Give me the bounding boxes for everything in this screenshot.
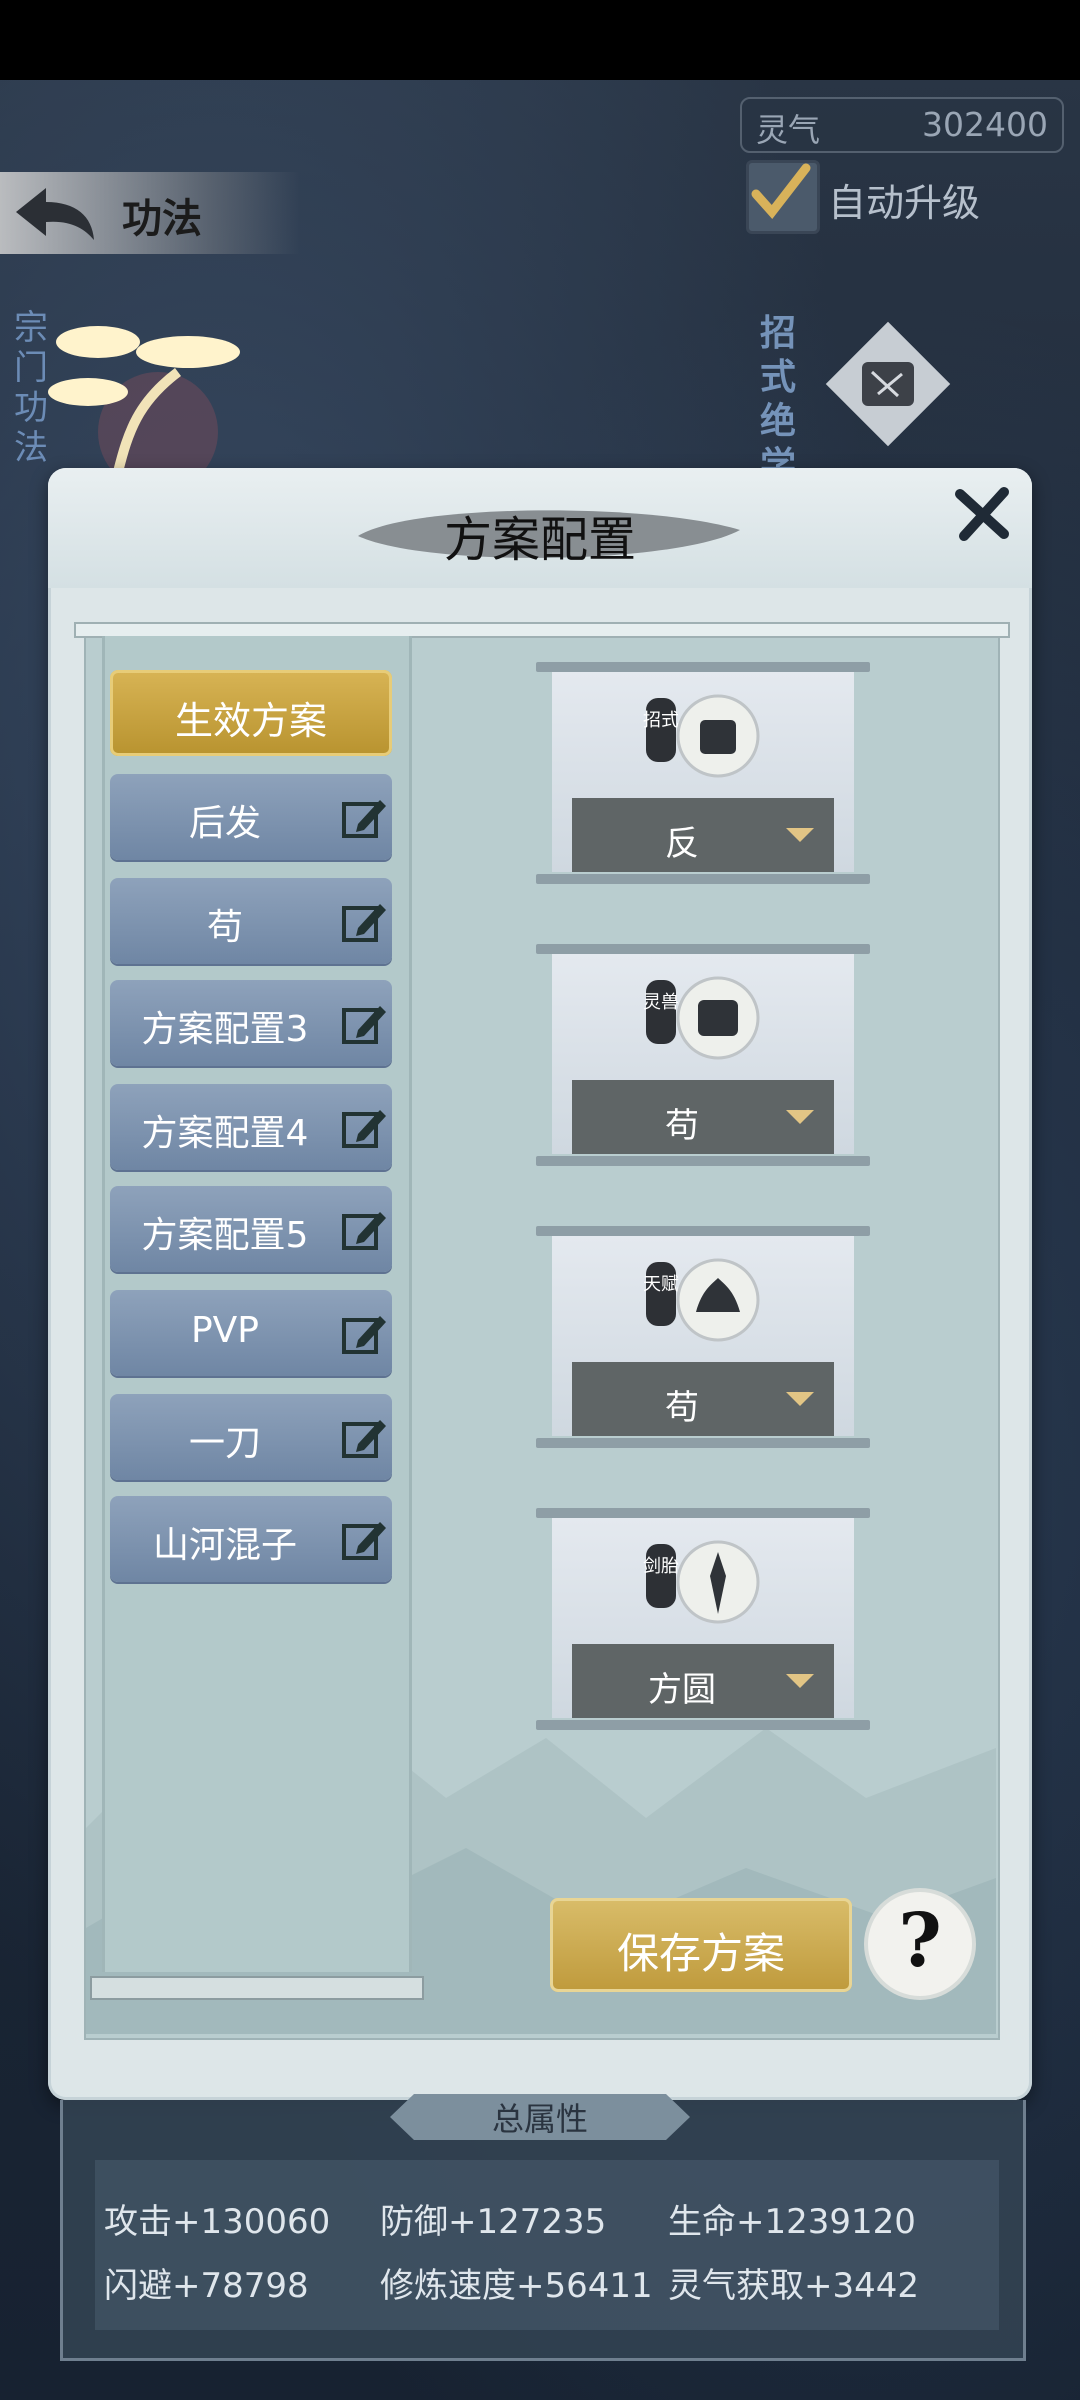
plan-item[interactable]: 山河混子 (110, 1496, 392, 1582)
slot-badge-top: 剑胎 (643, 1556, 679, 1577)
slot-rod (536, 662, 870, 672)
slot-badge-top: 天赋 (643, 1274, 679, 1295)
slot-card: 招式 反 (552, 672, 854, 872)
moves-dropdown[interactable]: 反 (572, 798, 834, 872)
plan-item-active[interactable]: 生效方案 (110, 670, 392, 756)
slot-card: 剑胎 方圆 (552, 1518, 854, 1718)
close-icon[interactable] (946, 478, 1018, 550)
check-icon (751, 163, 811, 220)
page-title: 功法 (122, 196, 202, 242)
sword-embryo-dropdown[interactable]: 方圆 (572, 1644, 834, 1718)
stat-dodge: 闪避+78798 (104, 2266, 309, 2306)
sword-embryo-slot: 剑胎 方圆 (536, 1508, 870, 1730)
edit-icon[interactable] (340, 1516, 388, 1564)
edit-icon[interactable] (340, 1000, 388, 1048)
lingqi-display: 灵气 302400 (740, 97, 1064, 153)
plan-item[interactable]: 方案配置3 (110, 980, 392, 1066)
caret-down-icon (786, 1674, 814, 1688)
scroll-bottom-rod (90, 1976, 424, 2000)
moves-slot: 招式 反 (536, 662, 870, 884)
talent-dropdown[interactable]: 苟 (572, 1362, 834, 1436)
attributes-tab: 总属性 (390, 2094, 690, 2140)
back-arrow-icon (16, 188, 94, 240)
slot-rod (536, 1508, 870, 1518)
edit-icon[interactable] (340, 898, 388, 946)
dropdown-value: 方圆 (648, 1670, 716, 1710)
plan-item[interactable]: 后发 (110, 774, 392, 860)
caret-down-icon (786, 1110, 814, 1124)
lingqi-label: 灵气 (756, 111, 821, 149)
plan-label: 方案配置3 (141, 1009, 309, 1050)
edit-icon[interactable] (340, 794, 388, 842)
moves-tab[interactable]: 招式绝学 (760, 312, 806, 488)
talent-lotus-icon: 天赋 (643, 1258, 760, 1342)
plan-label: PVP (190, 1310, 260, 1351)
slot-badge-top: 灵兽 (643, 992, 679, 1013)
spirit-beast-slot: 灵兽 苟 (536, 944, 870, 1166)
caret-down-icon (786, 1392, 814, 1406)
edit-icon[interactable] (340, 1206, 388, 1254)
talent-slot: 天赋 苟 (536, 1226, 870, 1448)
plan-item[interactable]: 方案配置5 (110, 1186, 392, 1272)
slot-rod (536, 1156, 870, 1166)
slot-card: 天赋 苟 (552, 1236, 854, 1436)
plan-item[interactable]: PVP (110, 1290, 392, 1376)
plan-label: 山河混子 (152, 1525, 297, 1566)
stat-hp: 生命+1239120 (668, 2202, 916, 2242)
attributes-tab-label: 总属性 (491, 2100, 588, 2138)
spirit-beast-dropdown[interactable]: 苟 (572, 1080, 834, 1154)
help-button[interactable]: ? (868, 1892, 972, 1996)
edit-icon[interactable] (340, 1414, 388, 1462)
auto-upgrade-label: 自动升级 (828, 181, 981, 225)
sword-embryo-icon: 剑胎 (643, 1540, 760, 1624)
plan-label: 方案配置4 (141, 1113, 309, 1154)
spirit-beast-icon: 灵兽 (643, 976, 760, 1060)
plan-label: 一刀 (188, 1423, 261, 1464)
slot-card: 灵兽 苟 (552, 954, 854, 1154)
stat-attack: 攻击+130060 (104, 2202, 331, 2242)
stat-lingqi-gain: 灵气获取+3442 (668, 2266, 920, 2306)
plan-label: 方案配置5 (141, 1215, 309, 1256)
lingqi-value: 302400 (922, 105, 1048, 144)
plan-item[interactable]: 苟 (110, 878, 392, 964)
status-bar (0, 0, 1080, 80)
slot-rod (536, 874, 870, 884)
plan-config-dialog: 方案配置 生效方案 后发 苟 方案配置3 方案配置4 方案配置5 PVP 一刀 (48, 468, 1032, 2100)
plan-item[interactable]: 一刀 (110, 1394, 392, 1480)
slot-badge-top: 招式 (643, 710, 679, 731)
slot-rod (536, 1720, 870, 1730)
stat-defense: 防御+127235 (380, 2202, 607, 2242)
dropdown-value: 苟 (665, 1388, 699, 1428)
moves-scroll-icon: 招式 (643, 694, 760, 778)
slot-rod (536, 1226, 870, 1236)
caret-down-icon (786, 828, 814, 842)
question-icon: ? (898, 1898, 942, 1984)
plan-label: 生效方案 (174, 699, 327, 743)
scroll-icon (825, 321, 951, 447)
plan-item[interactable]: 方案配置4 (110, 1084, 392, 1170)
dropdown-value: 反 (665, 824, 699, 864)
slot-rod (536, 1438, 870, 1448)
plan-label: 苟 (206, 907, 243, 948)
slot-rod (536, 944, 870, 954)
dropdown-value: 苟 (665, 1106, 699, 1146)
auto-upgrade-checkbox[interactable] (746, 160, 820, 234)
edit-icon[interactable] (340, 1104, 388, 1152)
pine-tree-icon (48, 326, 240, 472)
dialog-title: 方案配置 (443, 512, 636, 568)
edit-icon[interactable] (340, 1310, 388, 1358)
stat-cultivation-speed: 修炼速度+56411 (380, 2266, 653, 2306)
save-plan-label: 保存方案 (616, 1929, 785, 1978)
save-plan-button[interactable]: 保存方案 (550, 1898, 852, 1992)
plan-label: 后发 (188, 803, 261, 844)
back-button[interactable]: 功法 (0, 172, 300, 254)
